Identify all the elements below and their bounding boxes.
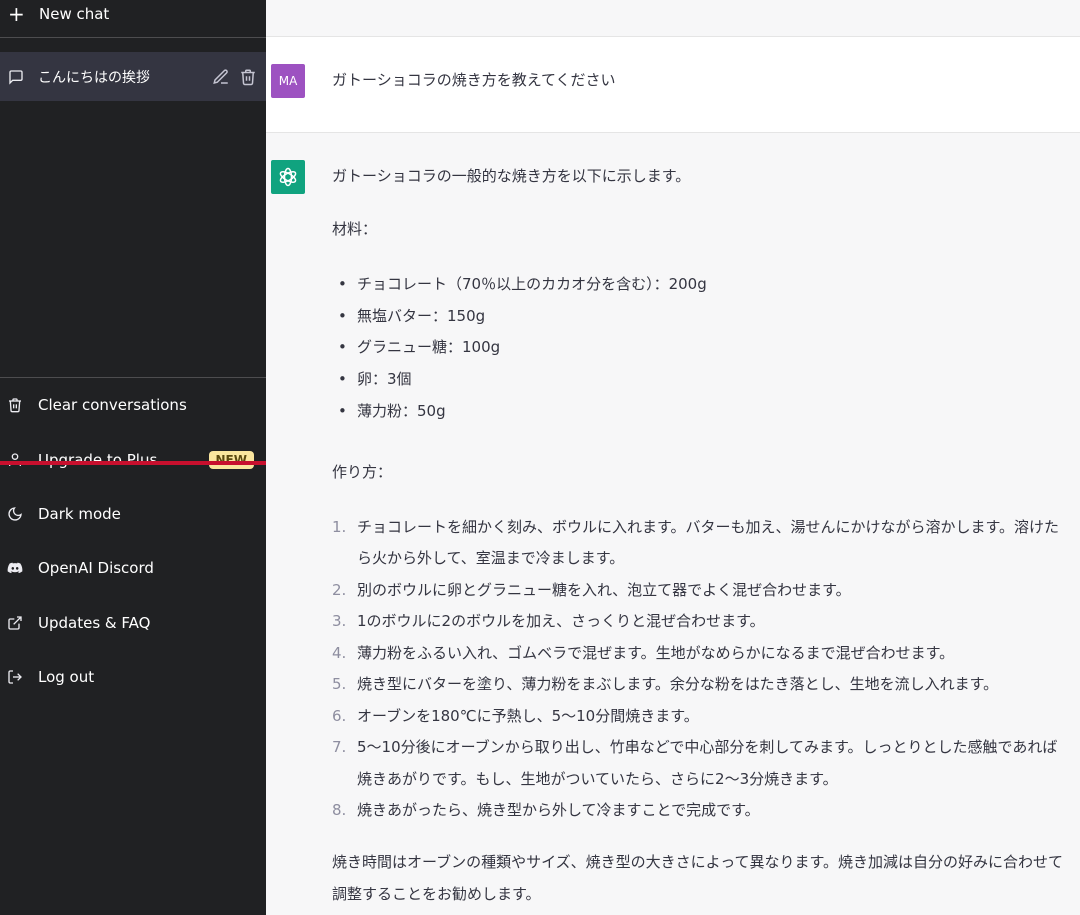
step-number: 3.: [332, 612, 347, 631]
steps-list: 1. チョコレートを細かく刻み、ボウルに入れます。バターも加え、湯せんにかけながら…: [332, 512, 1072, 827]
annotation-line: [0, 461, 266, 465]
step-number: 1.: [332, 517, 347, 536]
updates-faq-link[interactable]: Updates & FAQ: [0, 596, 266, 650]
step-number: 2.: [332, 580, 347, 599]
openai-discord-link[interactable]: OpenAI Discord: [0, 541, 266, 595]
new-chat-label: New chat: [39, 4, 110, 23]
list-item: 卵：3個: [332, 364, 1072, 396]
new-chat-button[interactable]: + New chat: [0, 0, 266, 38]
list-item: 1. チョコレートを細かく刻み、ボウルに入れます。バターも加え、湯せんにかけながら…: [332, 512, 1072, 575]
step-text: 5〜10分後にオーブンから取り出し、竹串などで中心部分を刺してみます。しっとりと…: [357, 738, 1058, 788]
log-out-label: Log out: [38, 668, 95, 687]
conversation-item[interactable]: こんにちはの挨拶: [0, 52, 266, 101]
sidebar-menu: Clear conversations Upgrade to Plus NEW …: [0, 377, 266, 704]
step-text: 焼き型にバターを塗り、薄力粉をまぶします。余分な粉をはたき落とし、生地を流し入れ…: [357, 675, 999, 694]
user-message: ガトーショコラの焼き方を教えてください: [332, 71, 616, 89]
log-out-button[interactable]: Log out: [0, 650, 266, 704]
step-text: 薄力粉をふるい入れ、ゴムベラで混ぜます。生地がなめらかになるまで混ぜ合わせます。: [357, 643, 955, 662]
new-badge: NEW: [208, 450, 254, 469]
openai-discord-label: OpenAI Discord: [38, 559, 154, 578]
clear-conversations-label: Clear conversations: [38, 396, 187, 415]
user-message-row: MA ガトーショコラの焼き方を教えてください: [266, 37, 1080, 133]
assistant-message-row: ガトーショコラの一般的な焼き方を以下に示します。 材料： チョコレート（70％以…: [266, 133, 1080, 915]
step-text: 1のボウルに2のボウルを加え、さっくりと混ぜ合わせます。: [357, 612, 765, 631]
step-number: 5.: [332, 675, 347, 694]
trash-icon: [9, 398, 21, 413]
list-item: チョコレート（70％以上のカカオ分を含む）：200g: [332, 269, 1072, 301]
assistant-intro: ガトーショコラの一般的な焼き方を以下に示します。: [332, 167, 691, 185]
upgrade-to-plus-button[interactable]: Upgrade to Plus NEW: [0, 432, 266, 486]
step-text: 焼きあがったら、焼き型から外して冷ますことで完成です。: [357, 801, 760, 820]
dark-mode-button[interactable]: Dark mode: [0, 487, 266, 541]
list-item: 7. 5〜10分後にオーブンから取り出し、竹串などで中心部分を刺してみます。しっと…: [332, 732, 1072, 795]
top-band: [266, 0, 1080, 37]
chat-bubble-icon: [9, 69, 23, 85]
steps-title: 作り方：: [332, 462, 393, 481]
assistant-closing: 焼き時間はオーブンの種類やサイズ、焼き型の大きさによって異なります。焼き加減は自…: [332, 852, 1063, 903]
sidebar: + New chat こんにちはの挨拶 Clear conversations …: [0, 0, 266, 915]
plus-icon: +: [8, 1, 25, 26]
assistant-message: ガトーショコラの一般的な焼き方を以下に示します。 材料： チョコレート（70％以…: [332, 165, 1072, 910]
list-item: 無塩バター：150g: [332, 301, 1072, 333]
list-item: グラニュー糖：100g: [332, 332, 1072, 364]
user-icon: [9, 452, 21, 466]
list-item: 4. 薄力粉をふるい入れ、ゴムベラで混ぜます。生地がなめらかになるまで混ぜ合わせま…: [332, 638, 1072, 670]
openai-logo-icon: [271, 160, 305, 194]
step-number: 6.: [332, 706, 347, 725]
list-item: 5. 焼き型にバターを塗り、薄力粉をまぶします。余分な粉をはたき落とし、生地を流し…: [332, 669, 1072, 701]
user-avatar: MA: [271, 64, 305, 98]
clear-conversations-button[interactable]: Clear conversations: [0, 378, 266, 432]
edit-icon[interactable]: [212, 68, 230, 86]
ingredients-title: 材料：: [332, 220, 378, 238]
list-item: 2. 別のボウルに卵とグラニュー糖を入れ、泡立て器でよく混ぜ合わせます。: [332, 575, 1072, 607]
upgrade-to-plus-label: Upgrade to Plus: [38, 450, 158, 469]
delete-icon[interactable]: [239, 68, 257, 86]
step-number: 4.: [332, 643, 347, 662]
dark-mode-label: Dark mode: [38, 504, 121, 523]
conversation-title: こんにちはの挨拶: [38, 69, 150, 86]
moon-icon: [8, 507, 22, 521]
list-item: 6. オーブンを180℃に予熱し、5〜10分間焼きます。: [332, 701, 1072, 733]
step-text: 別のボウルに卵とグラニュー糖を入れ、泡立て器でよく混ぜ合わせます。: [357, 580, 851, 599]
ingredients-list: チョコレート（70％以上のカカオ分を含む）：200g 無塩バター：150g グラ…: [332, 269, 1072, 428]
step-number: 8.: [332, 801, 347, 820]
chat-main: MA ガトーショコラの焼き方を教えてください ガトーショコラの一般的な焼き方を以…: [266, 0, 1080, 915]
list-item: 8. 焼きあがったら、焼き型から外して冷ますことで完成です。: [332, 795, 1072, 827]
logout-icon: [8, 670, 22, 684]
external-link-icon: [8, 616, 22, 630]
updates-faq-label: Updates & FAQ: [38, 613, 151, 632]
list-item: 薄力粉：50g: [332, 396, 1072, 428]
step-number: 7.: [332, 738, 347, 757]
step-text: チョコレートを細かく刻み、ボウルに入れます。バターも加え、湯せんにかけながら溶か…: [357, 517, 1060, 568]
discord-icon: [7, 563, 23, 574]
step-text: オーブンを180℃に予熱し、5〜10分間焼きます。: [357, 706, 699, 725]
list-item: 3. 1のボウルに2のボウルを加え、さっくりと混ぜ合わせます。: [332, 606, 1072, 638]
